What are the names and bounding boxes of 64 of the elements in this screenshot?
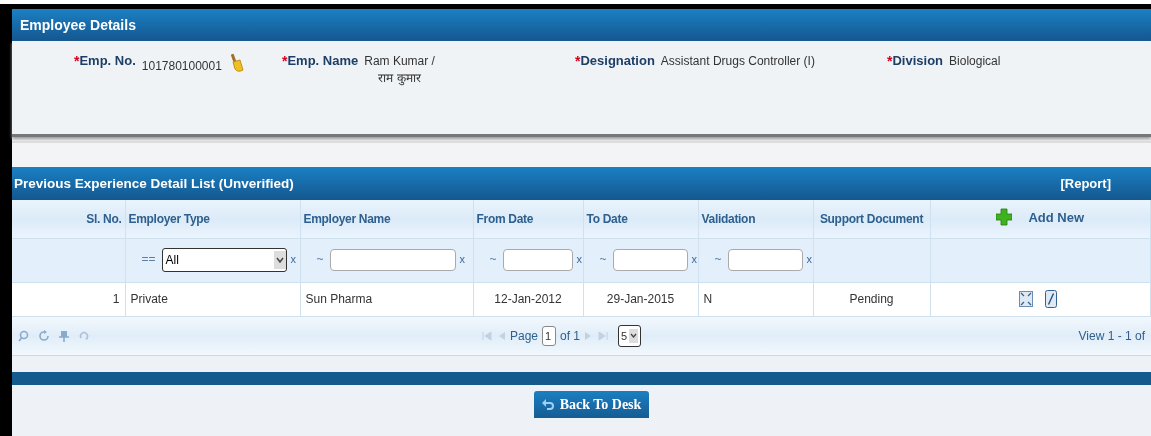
column-header: From Date	[476, 211, 534, 226]
filter-operator: ==	[141, 252, 156, 267]
edit-icon[interactable]	[1044, 290, 1057, 309]
filter-operator: ~	[316, 252, 324, 267]
expand-icon[interactable]	[1018, 291, 1033, 308]
field-value: Ram Kumar /	[364, 53, 435, 70]
search-icon[interactable]	[18, 329, 30, 343]
column-header: Employer Name	[303, 211, 391, 226]
field-value: 101780100001	[141, 58, 222, 75]
filter-operator: ~	[489, 252, 497, 267]
report-link[interactable]: [Report]	[1060, 176, 1111, 191]
column-header: Sl. No.	[86, 211, 122, 226]
field-label: Division	[892, 53, 944, 68]
filter-select[interactable]: All	[161, 248, 287, 272]
pin-icon[interactable]	[58, 329, 70, 343]
field-label: Emp. Name	[287, 53, 359, 68]
required-mark: *	[887, 53, 893, 69]
page-number-field[interactable]: 1	[542, 326, 557, 346]
clear-filter-link[interactable]: x	[806, 253, 812, 266]
record-count: View 1 - 1 of	[1078, 329, 1145, 343]
table-cell: Sun Pharma	[305, 292, 373, 307]
page-label: Page	[510, 329, 539, 343]
filter-field[interactable]	[612, 249, 688, 271]
filter-operator: ~	[714, 252, 722, 267]
table-cell: N	[703, 292, 713, 307]
column-header: Employer Type	[128, 211, 210, 226]
table-cell: Private	[130, 292, 168, 307]
table-cell: Pending	[849, 292, 894, 307]
column-header: Validation	[701, 211, 756, 226]
plus-icon	[996, 208, 1013, 227]
clear-filter-link[interactable]: x	[691, 253, 697, 266]
required-mark: *	[282, 53, 288, 69]
clear-filter-link[interactable]: x	[290, 253, 296, 266]
column-header: To Date	[586, 211, 628, 226]
add-new-button[interactable]: Add New	[996, 208, 1085, 227]
table-cell: 12-Jan-2012	[494, 292, 562, 307]
last-page-icon[interactable]	[598, 331, 609, 341]
first-page-icon[interactable]	[482, 331, 492, 341]
required-mark: *	[575, 53, 581, 69]
column-header: Support Document	[819, 211, 924, 226]
field-value: Assistant Drugs Controller (I)	[660, 53, 815, 70]
clear-filter-link[interactable]: x	[459, 253, 465, 266]
field-value: Biological	[949, 53, 1001, 70]
broom-icon[interactable]	[229, 53, 244, 73]
back-arrow-icon	[541, 397, 554, 412]
filter-field[interactable]	[727, 249, 803, 271]
filter-field[interactable]	[329, 249, 456, 271]
filter-field[interactable]	[502, 249, 573, 271]
field-label: Designation	[580, 53, 655, 68]
filter-operator: ~	[599, 252, 607, 267]
table-cell: 29-Jan-2015	[606, 292, 675, 307]
field-label: Emp. No.	[79, 53, 136, 68]
refresh-icon[interactable]	[38, 329, 50, 343]
clear-filter-link[interactable]: x	[576, 253, 582, 266]
panel-title: Previous Experience Detail List (Unverified)	[14, 176, 294, 191]
chevron-down-icon	[273, 251, 286, 269]
page-size-select[interactable]: 5	[618, 325, 642, 347]
back-button[interactable]: Back To Desk	[533, 391, 650, 418]
field-value: राम कुमार	[378, 70, 421, 87]
page-count: of 1	[560, 329, 581, 343]
chevron-down-icon	[629, 329, 639, 343]
panel-title: Employee Details	[20, 17, 136, 33]
table-cell: 1	[112, 292, 120, 307]
required-mark: *	[74, 53, 80, 69]
